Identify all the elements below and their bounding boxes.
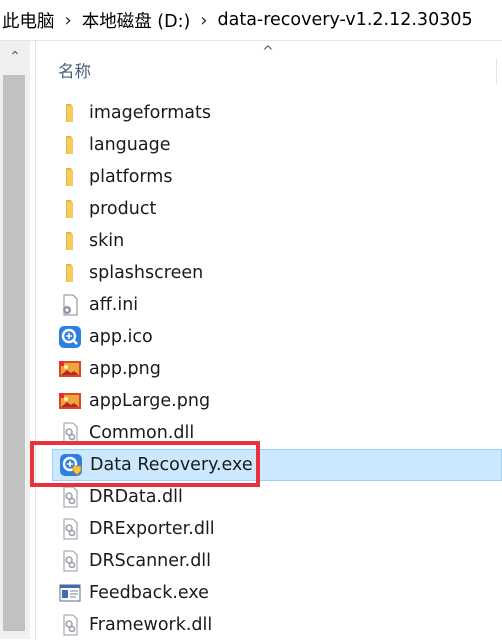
- nav-pane-scrollbar[interactable]: ⌃: [0, 41, 30, 639]
- file-name: Common.dll: [89, 423, 195, 443]
- file-name: product: [89, 199, 157, 219]
- file-name: DRScanner.dll: [89, 551, 212, 571]
- column-header-name[interactable]: 名称: [58, 58, 91, 82]
- list-item[interactable]: splashscreen: [52, 257, 502, 289]
- window-exe-icon: [58, 581, 82, 605]
- app-exe-icon: [59, 453, 83, 477]
- file-name: imageformats: [89, 103, 212, 123]
- folder-icon: [58, 101, 82, 125]
- scrollbar-thumb[interactable]: [3, 75, 25, 631]
- folder-icon: [58, 229, 82, 253]
- chevron-right-icon[interactable]: ›: [192, 10, 215, 31]
- folder-icon: [58, 133, 82, 157]
- folder-icon: [58, 165, 82, 189]
- file-name: app.ico: [89, 327, 153, 347]
- breadcrumb-current-folder[interactable]: data-recovery-v1.2.12.30305: [216, 10, 475, 30]
- file-name: Feedback.exe: [89, 583, 209, 603]
- file-name: platforms: [89, 167, 173, 187]
- list-item[interactable]: Feedback.exe: [52, 577, 502, 609]
- column-separator[interactable]: [496, 58, 497, 84]
- dll-file-icon: [58, 613, 82, 637]
- list-item[interactable]: DRData.dll: [52, 481, 502, 513]
- breadcrumb-this-pc[interactable]: 此电脑: [0, 8, 57, 33]
- dll-file-icon: [58, 421, 82, 445]
- image-file-icon: [58, 389, 82, 413]
- dll-file-icon: [58, 517, 82, 541]
- sort-ascending-icon: ^: [262, 44, 274, 60]
- list-item[interactable]: platforms: [52, 161, 502, 193]
- file-name: Data Recovery.exe: [90, 455, 253, 475]
- scroll-up-arrow-icon[interactable]: ⌃: [0, 49, 30, 69]
- breadcrumb: 此电脑 › 本地磁盘 (D:) › data-recovery-v1.2.12.…: [0, 0, 502, 40]
- dll-file-icon: [58, 549, 82, 573]
- image-file-icon: [58, 357, 82, 381]
- file-name: app.png: [89, 359, 161, 379]
- settings-file-icon: [58, 293, 82, 317]
- list-item[interactable]: imageformats: [52, 97, 502, 129]
- pane-divider[interactable]: [35, 41, 36, 639]
- list-item[interactable]: app.png: [52, 353, 502, 385]
- list-item[interactable]: DRExporter.dll: [52, 513, 502, 545]
- file-list: imageformats language platforms product skin…: [52, 97, 502, 641]
- list-item[interactable]: language: [52, 129, 502, 161]
- list-item-selected[interactable]: Data Recovery.exe: [52, 449, 502, 481]
- column-header[interactable]: ^ 名称: [40, 44, 502, 90]
- list-item[interactable]: DRScanner.dll: [52, 545, 502, 577]
- file-name: appLarge.png: [89, 391, 211, 411]
- chevron-right-icon[interactable]: ›: [57, 10, 80, 31]
- folder-icon: [58, 197, 82, 221]
- list-item[interactable]: skin: [52, 225, 502, 257]
- list-item[interactable]: appLarge.png: [52, 385, 502, 417]
- file-name: DRExporter.dll: [89, 519, 215, 539]
- file-name: Framework.dll: [89, 615, 213, 635]
- file-name: skin: [89, 231, 125, 251]
- list-item[interactable]: app.ico: [52, 321, 502, 353]
- file-name: DRData.dll: [89, 487, 183, 507]
- file-name: splashscreen: [89, 263, 204, 283]
- file-name: aff.ini: [89, 295, 139, 315]
- divider: [0, 40, 502, 41]
- list-item[interactable]: aff.ini: [52, 289, 502, 321]
- file-name: language: [89, 135, 171, 155]
- list-item[interactable]: Framework.dll: [52, 609, 502, 641]
- breadcrumb-local-disk[interactable]: 本地磁盘 (D:): [80, 8, 193, 33]
- dll-file-icon: [58, 485, 82, 509]
- folder-icon: [58, 261, 82, 285]
- list-item[interactable]: product: [52, 193, 502, 225]
- list-item[interactable]: Common.dll: [52, 417, 502, 449]
- app-ico-icon: [58, 325, 82, 349]
